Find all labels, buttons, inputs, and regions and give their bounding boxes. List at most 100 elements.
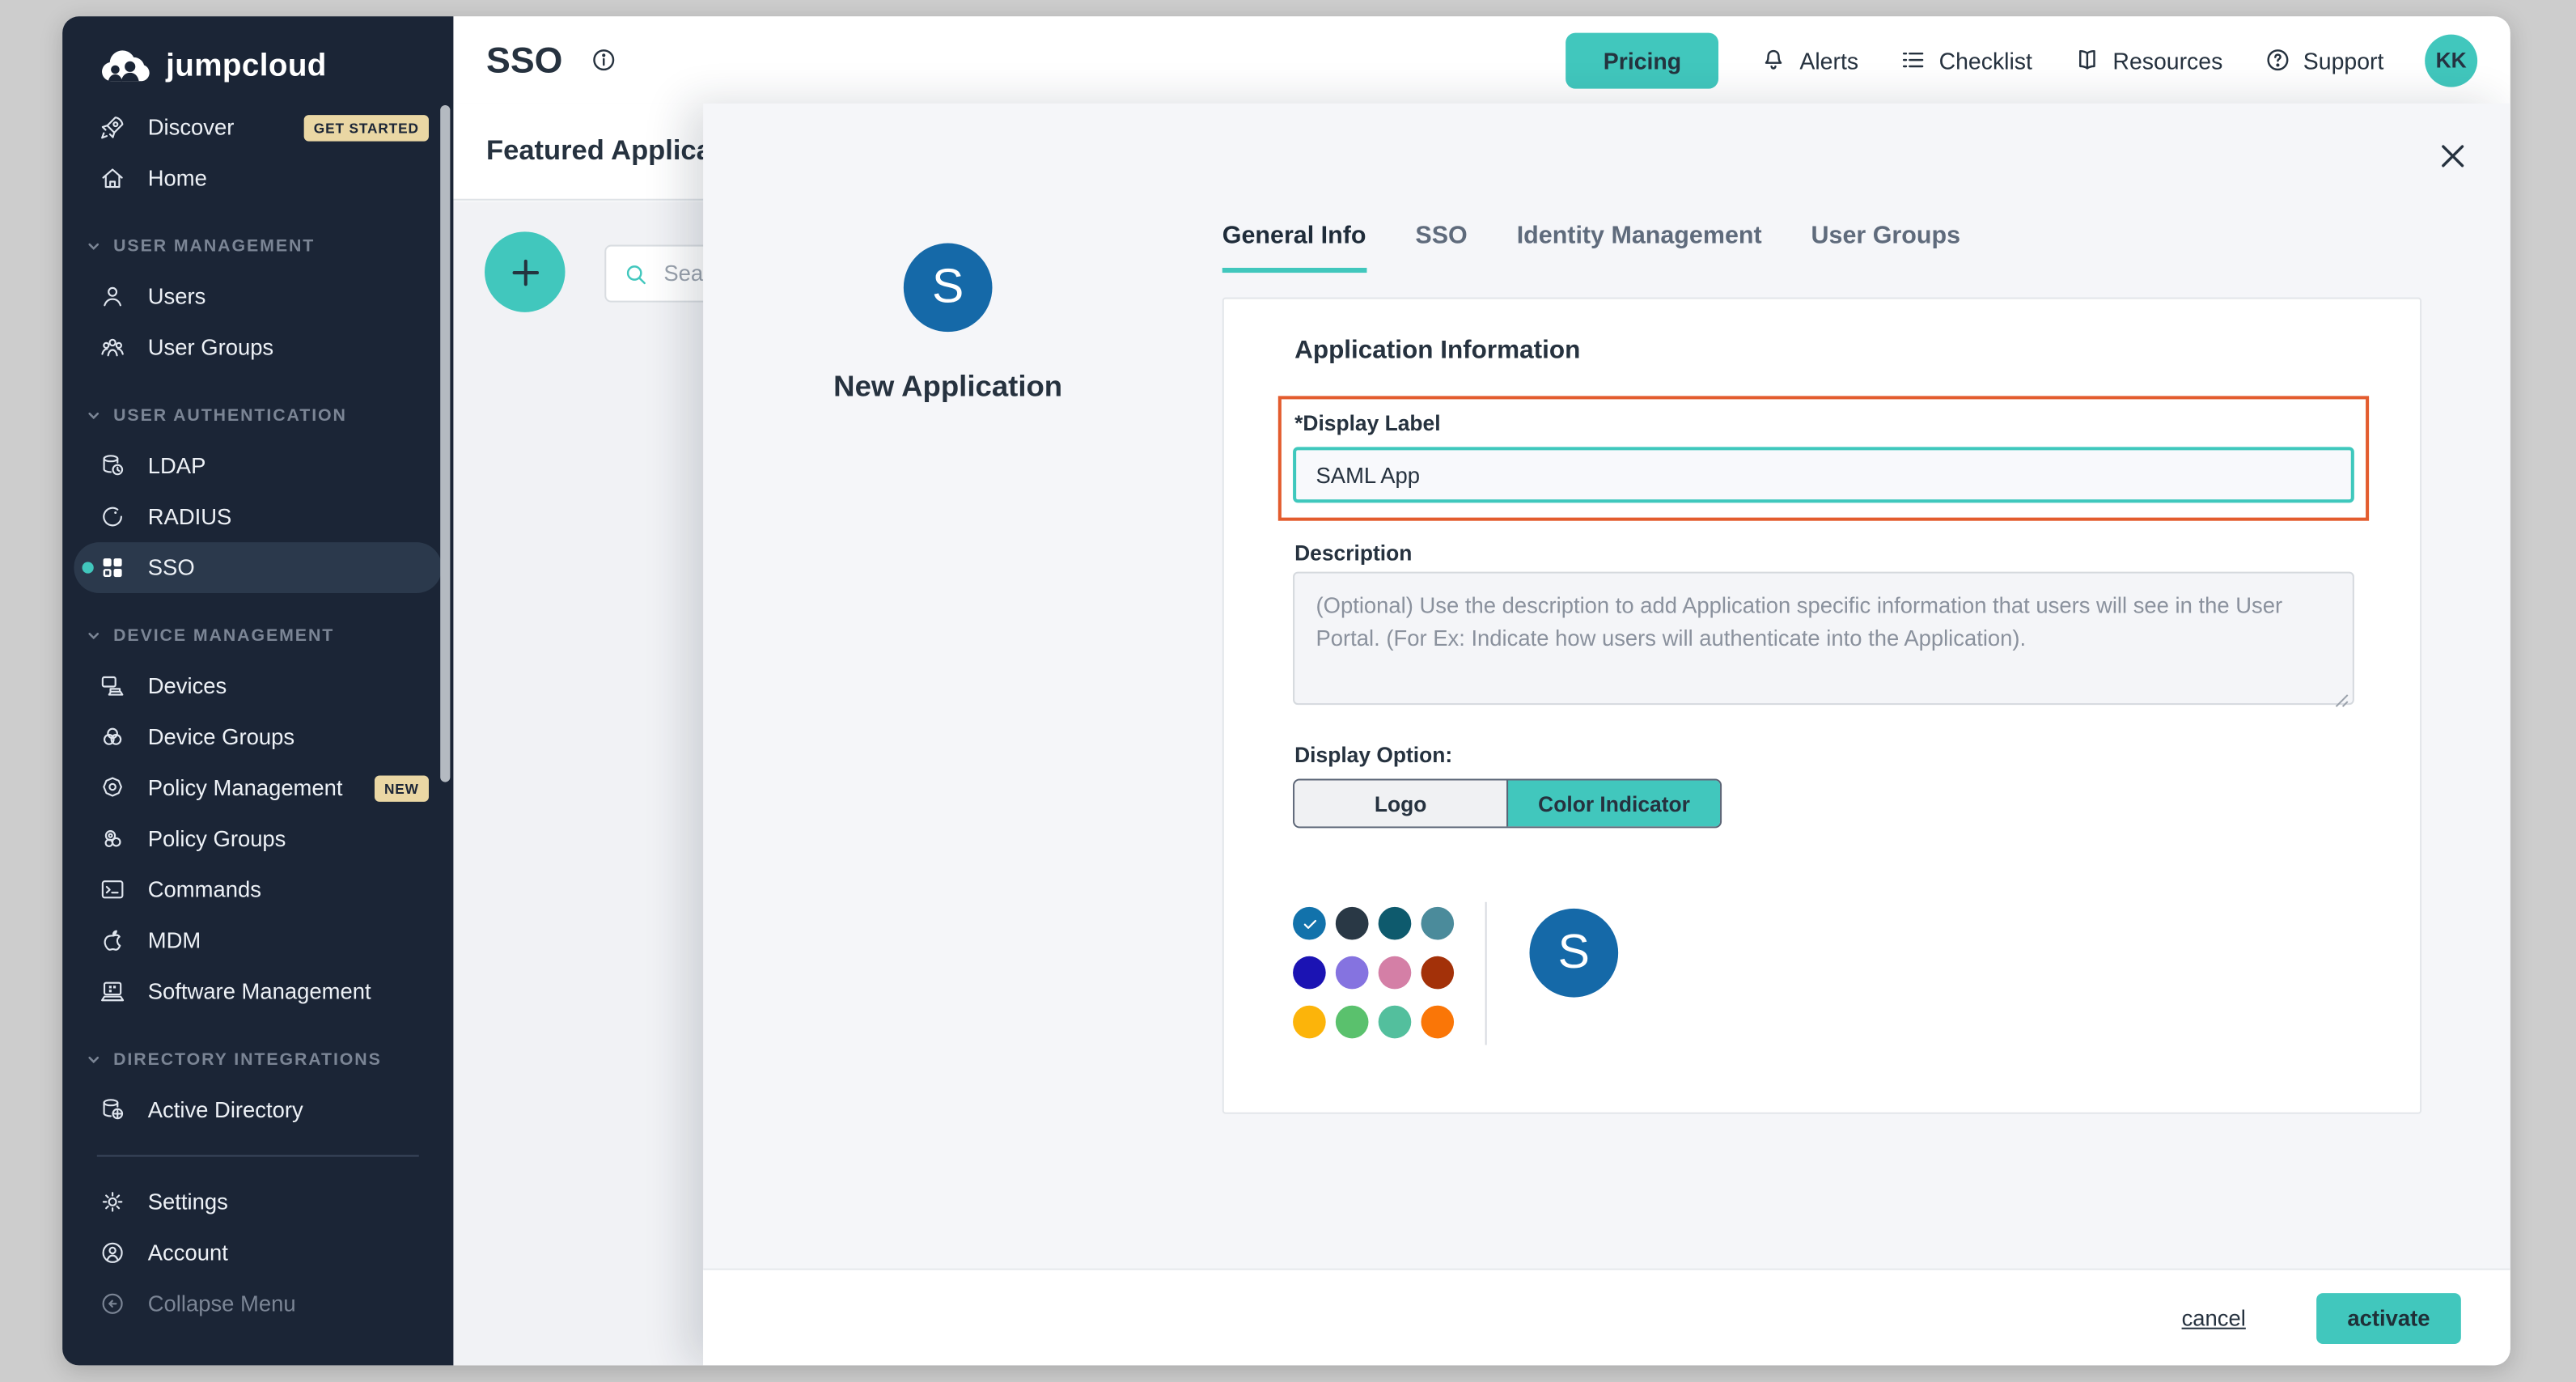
section-user-management[interactable]: USER MANAGEMENT	[62, 222, 453, 271]
screen: jumpcloud Discover GET STARTED	[0, 0, 2576, 1382]
color-swatch[interactable]	[1421, 1006, 1454, 1039]
display-label-input[interactable]	[1293, 447, 2354, 502]
card-heading: Application Information	[1294, 337, 1580, 367]
pricing-button[interactable]: Pricing	[1566, 32, 1719, 88]
checklist-button[interactable]: Checklist	[1900, 46, 2032, 74]
policy-group-icon	[97, 824, 127, 854]
devices-icon	[97, 672, 127, 702]
resources-button[interactable]: Resources	[2074, 46, 2223, 74]
section-directory-integrations[interactable]: DIRECTORY INTEGRATIONS	[62, 1035, 453, 1084]
checklist-icon	[1900, 46, 1928, 74]
description-textarea[interactable]	[1293, 572, 2354, 705]
application-name: New Application	[751, 370, 1145, 405]
sidebar-item-policy-management[interactable]: Policy Management NEW	[74, 762, 442, 813]
user-avatar[interactable]: KK	[2425, 34, 2477, 87]
color-swatch[interactable]	[1293, 1006, 1326, 1039]
logo-option[interactable]: Logo	[1294, 781, 1506, 827]
tab-sso[interactable]: SSO	[1415, 222, 1467, 273]
display-option-label: Display Option:	[1294, 743, 1452, 767]
sidebar-item-ldap[interactable]: LDAP	[74, 440, 442, 491]
question-circle-icon	[2264, 46, 2292, 74]
color-swatch[interactable]	[1379, 907, 1412, 940]
swatch-preview-divider	[1485, 902, 1487, 1045]
section-device-management[interactable]: DEVICE MANAGEMENT	[62, 611, 453, 660]
sidebar-item-policy-groups[interactable]: Policy Groups	[74, 813, 442, 864]
bell-icon	[1760, 46, 1789, 74]
activate-button[interactable]: activate	[2316, 1292, 2461, 1343]
person-circle-icon	[97, 1238, 127, 1268]
sidebar-item-users[interactable]: Users	[74, 271, 442, 322]
sidebar-item-discover[interactable]: Discover GET STARTED	[74, 102, 442, 153]
sidebar-item-devices[interactable]: Devices	[74, 660, 442, 711]
sidebar-item-device-groups[interactable]: Device Groups	[74, 711, 442, 762]
sidebar-item-sso[interactable]: SSO	[74, 542, 442, 593]
sidebar-item-active-directory[interactable]: Active Directory	[74, 1084, 442, 1135]
app-grid-icon	[97, 553, 127, 583]
user-icon	[97, 282, 127, 312]
plus-icon	[505, 252, 544, 292]
chevron-down-icon	[86, 238, 102, 254]
main-body: Featured Applications S	[453, 104, 2510, 1366]
laptop-grid-icon	[97, 977, 127, 1007]
database-windows-icon	[97, 1095, 127, 1125]
info-icon[interactable]	[591, 46, 619, 74]
color-swatch[interactable]	[1336, 1006, 1369, 1039]
sidebar-item-label: Discover	[148, 115, 235, 139]
sidebar-item-commands[interactable]: Commands	[74, 864, 442, 915]
venn-circles-icon	[97, 722, 127, 752]
app-window: jumpcloud Discover GET STARTED	[62, 16, 2510, 1365]
section-user-authentication[interactable]: USER AUTHENTICATION	[62, 391, 453, 440]
color-indicator-option[interactable]: Color Indicator	[1506, 781, 1720, 827]
sidebar-item-account[interactable]: Account	[74, 1227, 442, 1278]
color-swatch[interactable]	[1379, 956, 1412, 990]
home-icon	[97, 163, 127, 193]
collapse-arrow-icon	[97, 1289, 127, 1319]
modal-tabs: General Info SSO Identity Management Use…	[1222, 222, 1960, 273]
database-clock-icon	[97, 451, 127, 481]
book-icon	[2074, 46, 2102, 74]
top-header: SSO Pricing Alerts Checklist	[453, 16, 2510, 104]
color-swatch[interactable]	[1421, 956, 1454, 990]
apple-icon	[97, 926, 127, 956]
rocket-icon	[97, 112, 127, 142]
color-swatch[interactable]	[1336, 956, 1369, 990]
sidebar-item-collapse-menu[interactable]: Collapse Menu	[74, 1278, 442, 1329]
user-group-icon	[97, 333, 127, 362]
sidebar-item-label: Home	[148, 166, 207, 190]
sidebar-item-settings[interactable]: Settings	[74, 1176, 442, 1227]
check-icon	[1300, 914, 1318, 932]
tab-user-groups[interactable]: User Groups	[1811, 222, 1960, 273]
color-swatch[interactable]	[1293, 956, 1326, 990]
policy-icon	[97, 773, 127, 803]
chevron-down-icon	[86, 408, 102, 424]
close-button[interactable]	[2433, 137, 2472, 176]
sidebar-item-radius[interactable]: RADIUS	[74, 491, 442, 542]
jumpcloud-logo: jumpcloud	[62, 16, 453, 91]
sidebar-item-user-groups[interactable]: User Groups	[74, 322, 442, 373]
color-swatch-selected[interactable]	[1293, 907, 1326, 940]
tab-identity-management[interactable]: Identity Management	[1517, 222, 1762, 273]
alerts-button[interactable]: Alerts	[1760, 46, 1858, 74]
sidebar-item-mdm[interactable]: MDM	[74, 915, 442, 966]
color-swatch[interactable]	[1336, 907, 1369, 940]
chevron-down-icon	[86, 1052, 102, 1068]
cancel-button[interactable]: cancel	[2182, 1305, 2246, 1329]
sidebar: jumpcloud Discover GET STARTED	[62, 16, 453, 1365]
add-application-button[interactable]	[485, 231, 565, 312]
sidebar-item-software-management[interactable]: Software Management	[74, 966, 442, 1017]
support-button[interactable]: Support	[2264, 46, 2383, 74]
get-started-badge: GET STARTED	[304, 114, 429, 140]
logo-wordmark: jumpcloud	[166, 49, 327, 86]
sidebar-item-home[interactable]: Home	[74, 153, 442, 204]
modal-footer: cancel activate	[703, 1269, 2510, 1366]
chevron-down-icon	[86, 628, 102, 644]
sidebar-divider	[97, 1155, 419, 1157]
tab-general-info[interactable]: General Info	[1222, 222, 1366, 273]
color-swatch[interactable]	[1421, 907, 1454, 940]
new-application-modal: S New Application General Info SSO Ident…	[703, 104, 2510, 1366]
terminal-icon	[97, 875, 127, 905]
jumpcloud-cloud-icon	[95, 48, 155, 87]
search-icon	[623, 261, 649, 286]
color-swatch[interactable]	[1379, 1006, 1412, 1039]
sidebar-scrollbar[interactable]	[440, 105, 450, 782]
